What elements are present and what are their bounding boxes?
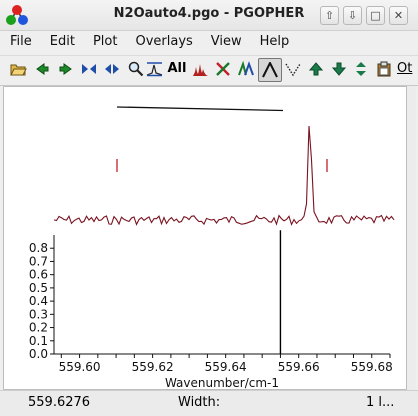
y-tick-label: 0.1	[29, 334, 48, 348]
zoom-in-x-icon	[82, 64, 96, 74]
shift-down-button[interactable]	[328, 58, 350, 80]
zoom-out-x-icon	[105, 64, 119, 74]
observed-spectrum-trace	[53, 125, 395, 226]
window-restore-button[interactable]: □	[366, 6, 385, 25]
dotted-button[interactable]	[282, 58, 304, 80]
plot-area[interactable]: 0.0 0.1 0.2 0.3 0.4 0.5 0.6 0.7 0.8 559.60 559.62…	[3, 86, 407, 390]
spectrum-plot[interactable]: 0.00.10.20.30.40.50.60.70.8 559.60 559.62…	[4, 87, 406, 389]
arrow-left-icon	[36, 63, 49, 75]
window-controls: ⇧ ⇩ □ ✕	[320, 6, 408, 25]
zoom-out-x-button[interactable]	[101, 58, 123, 80]
title-bar[interactable]: N2Oauto4.pgo - PGOPHER ⇧ ⇩ □ ✕	[0, 0, 418, 31]
y-tick-label: 0.4	[29, 294, 48, 308]
scroll-left-button[interactable]	[31, 58, 53, 80]
scroll-right-button[interactable]	[55, 58, 77, 80]
vertical-scrollbar[interactable]	[407, 86, 416, 390]
x-ticks: 559.60 559.62 559.64 559.66 559.68	[59, 354, 393, 374]
toolbar-overflow-button[interactable]: Ot	[397, 58, 417, 80]
width-label: Width:	[178, 395, 221, 410]
y-tick-label: 0.8	[29, 241, 48, 255]
zoom-in-x-button[interactable]	[78, 58, 100, 80]
menu-overlays[interactable]: Overlays	[125, 31, 200, 53]
y-tick-label: 0.0	[29, 347, 48, 361]
y-tick-label: 0.6	[29, 268, 48, 282]
window-down-button[interactable]: ⇩	[343, 6, 362, 25]
peak-shape-button[interactable]	[258, 58, 282, 82]
shift-up-button[interactable]	[305, 58, 327, 80]
cross-button[interactable]	[212, 58, 234, 80]
show-all-button[interactable]: All	[166, 58, 188, 80]
menu-help[interactable]: Help	[250, 31, 298, 53]
x-tick-label: 559.62	[132, 360, 174, 374]
zoom-icon	[128, 61, 144, 77]
x-axis-title: Wavenumber/cm-1	[165, 376, 279, 389]
cursor-position: 559.6276	[28, 395, 91, 410]
pgopher-window: N2Oauto4.pgo - PGOPHER ⇧ ⇩ □ ✕ File Edit…	[0, 0, 418, 416]
toolbar: All Ot	[0, 55, 418, 86]
y-tick-label: 0.3	[29, 307, 48, 321]
clipboard-button[interactable]	[373, 58, 395, 80]
menu-edit[interactable]: Edit	[40, 31, 83, 53]
clipboard-icon	[377, 61, 391, 77]
line-count: 1 l...	[366, 395, 395, 410]
shift-down-icon	[331, 62, 347, 76]
arrow-right-icon	[59, 63, 72, 75]
bars-icon	[193, 64, 208, 76]
y-tick-label: 0.5	[29, 281, 48, 295]
dotted-icon	[285, 63, 301, 77]
peak-find-button[interactable]	[143, 58, 165, 80]
expand-vertical-icon	[356, 62, 366, 76]
window-close-button[interactable]: ✕	[389, 6, 408, 25]
lines-icon	[238, 61, 254, 76]
x-tick-label: 559.66	[278, 360, 320, 374]
y-ticks: 0.00.10.20.30.40.50.60.70.8	[29, 241, 54, 361]
expand-vertical-button[interactable]	[350, 58, 372, 80]
x-tick-label: 559.60	[59, 360, 101, 374]
menu-plot[interactable]: Plot	[83, 31, 126, 53]
overview-line	[116, 106, 284, 112]
open-icon	[10, 64, 27, 76]
bars-button[interactable]	[189, 58, 211, 80]
peak-shape-icon	[262, 62, 278, 78]
x-tick-label: 559.68	[351, 360, 393, 374]
lines-button[interactable]	[235, 58, 257, 80]
shift-up-icon	[308, 62, 324, 76]
open-button[interactable]	[7, 58, 29, 80]
menu-file[interactable]: File	[0, 31, 40, 53]
status-bar: 559.6276 Width: 1 l...	[0, 390, 418, 416]
y-tick-label: 0.7	[29, 254, 48, 268]
menu-bar: File Edit Plot Overlays View Help	[0, 31, 418, 53]
menu-view[interactable]: View	[201, 31, 250, 53]
peak-find-icon	[146, 62, 163, 77]
window-up-button[interactable]: ⇧	[320, 6, 339, 25]
y-tick-label: 0.2	[29, 321, 48, 335]
x-tick-label: 559.64	[205, 360, 247, 374]
cross-icon	[216, 62, 230, 76]
